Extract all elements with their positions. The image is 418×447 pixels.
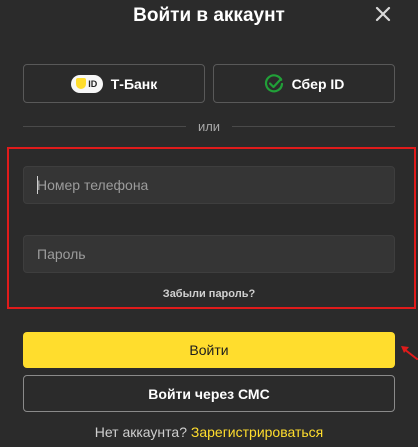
divider-text: или [197,118,221,134]
divider-line-right [232,125,396,127]
tbank-id-badge-text: ID [88,78,98,89]
modal-title: Войти в аккаунт [133,5,285,26]
password-input[interactable] [23,235,395,273]
tbank-shield-icon [76,78,87,89]
no-account-text: Нет аккаунта? [94,424,187,440]
tbank-login-button[interactable]: ID Т-Банк [23,64,205,103]
register-prompt: Нет аккаунта? Зарегистрироваться [0,424,418,440]
phone-input[interactable] [23,166,395,204]
tbank-login-label: Т-Банк [110,75,158,92]
tbank-id-icon: ID [70,74,103,93]
annotation-arrow-icon [400,344,418,360]
sms-login-button[interactable]: Войти через СМС [23,375,395,412]
sber-id-login-label: Сбер ID [291,75,345,92]
divider-line-left [23,125,186,127]
or-divider: или [23,117,396,135]
sber-id-icon [264,73,283,92]
text-caret [37,176,38,194]
close-icon[interactable] [372,3,394,25]
login-modal: Войти в аккаунт ID Т-Банк Сбер ID или За… [0,0,418,447]
sber-id-login-button[interactable]: Сбер ID [213,64,395,103]
forgot-password-link[interactable]: Забыли пароль? [0,288,418,300]
register-link[interactable]: Зарегистрироваться [191,424,323,440]
login-button[interactable]: Войти [23,332,395,368]
